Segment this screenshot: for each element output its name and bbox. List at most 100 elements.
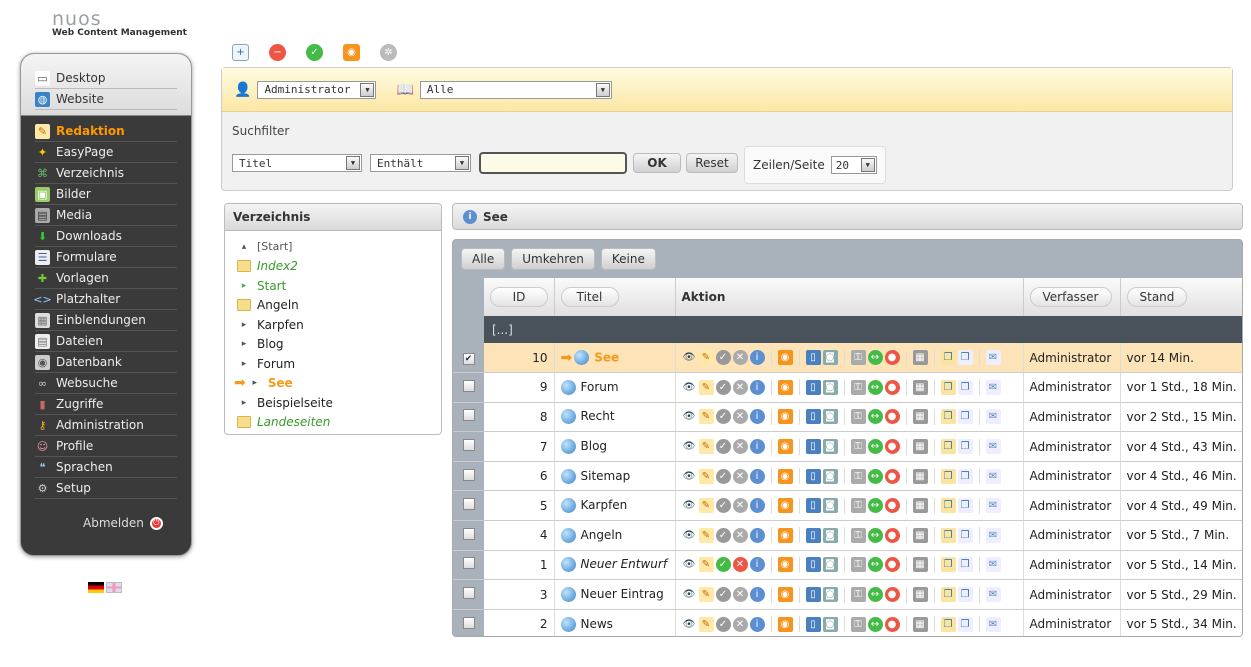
delete-icon[interactable]: ✕ bbox=[732, 379, 748, 395]
edit-icon[interactable]: ✎ bbox=[698, 350, 714, 366]
stop-icon[interactable]: ● bbox=[884, 409, 900, 425]
row-title[interactable]: Sitemap bbox=[581, 469, 631, 483]
row-checkbox-cell[interactable] bbox=[453, 402, 484, 433]
author-column-header[interactable]: Verfasser bbox=[1023, 278, 1121, 316]
info-icon[interactable]: i bbox=[749, 498, 765, 514]
grid-icon[interactable]: ▦ bbox=[912, 557, 928, 573]
tree-item-angeln[interactable]: Angeln bbox=[225, 296, 441, 316]
title-column-header[interactable]: Titel bbox=[554, 278, 676, 316]
row-title[interactable]: Blog bbox=[581, 439, 608, 453]
info-icon[interactable]: i bbox=[749, 587, 765, 603]
camera-icon[interactable]: ◙ bbox=[822, 557, 838, 573]
copy-icon[interactable]: ❐ bbox=[940, 409, 956, 425]
delete-icon[interactable]: ✕ bbox=[732, 616, 748, 632]
category-select[interactable]: Alle ▼ bbox=[419, 80, 612, 99]
row-checkbox-cell[interactable] bbox=[453, 520, 484, 551]
mail-icon[interactable]: ✉ bbox=[985, 439, 1001, 455]
mail-icon[interactable]: ✉ bbox=[985, 498, 1001, 514]
page-icon[interactable]: ▯ bbox=[805, 409, 821, 425]
german-flag-icon[interactable] bbox=[88, 582, 104, 593]
tree-item-forum[interactable]: ▸ Forum bbox=[225, 354, 441, 374]
copy-icon[interactable]: ❐ bbox=[940, 379, 956, 395]
publish-icon[interactable]: ✓ bbox=[715, 409, 731, 425]
camera-icon[interactable]: ◙ bbox=[822, 616, 838, 632]
edit-icon[interactable]: ✎ bbox=[698, 587, 714, 603]
row-title[interactable]: Karpfen bbox=[581, 498, 628, 512]
edit-icon[interactable]: ✎ bbox=[698, 616, 714, 632]
copy-icon[interactable]: ❐ bbox=[940, 498, 956, 514]
sidebar-item-websuche[interactable]: ∞ Websuche bbox=[35, 373, 177, 394]
camera-icon[interactable]: ◙ bbox=[822, 587, 838, 603]
parent-link[interactable]: [...] bbox=[484, 316, 1242, 343]
copy-icon[interactable]: ❐ bbox=[940, 557, 956, 573]
page-icon[interactable]: ▯ bbox=[805, 379, 821, 395]
table-row[interactable]: 7 Blog 👁 ✎ ✓ ✕ i ◉ ▯ ◙ ⚿ ↔ ● ▦ ❐ ❐ ✉ Administrator vor 4 S… bbox=[453, 431, 1242, 462]
stop-icon[interactable]: ● bbox=[884, 557, 900, 573]
lock-icon[interactable]: ⚿ bbox=[850, 468, 866, 484]
sidebar-item-verzeichnis[interactable]: ⌘ Verzeichnis bbox=[35, 163, 177, 184]
tree-item-index2[interactable]: Index2 bbox=[225, 257, 441, 277]
sidebar-item-administration[interactable]: ⚷ Administration bbox=[35, 415, 177, 436]
ok-button[interactable]: OK bbox=[633, 153, 681, 173]
sidebar-item-datenbank[interactable]: ◉ Datenbank bbox=[35, 352, 177, 373]
page-icon[interactable]: ▯ bbox=[805, 557, 821, 573]
rss-icon[interactable]: ◉ bbox=[777, 527, 793, 543]
user-select[interactable]: Administrator ▼ bbox=[257, 80, 377, 99]
mail-icon[interactable]: ✉ bbox=[985, 379, 1001, 395]
info-icon[interactable]: i bbox=[749, 527, 765, 543]
row-title-cell[interactable]: Karpfen bbox=[554, 490, 676, 522]
duplicate-icon[interactable]: ❐ bbox=[957, 379, 973, 395]
rss-icon[interactable]: ◉ bbox=[777, 350, 793, 366]
row-title-cell[interactable]: Angeln bbox=[554, 520, 676, 551]
lock-icon[interactable]: ⚿ bbox=[850, 557, 866, 573]
move-icon[interactable]: ↔ bbox=[867, 350, 883, 366]
table-row[interactable]: 8 Recht 👁 ✎ ✓ ✕ i ◉ ▯ ◙ ⚿ ↔ ● ▦ ❐ ❐ ✉ Administrator vor 2 … bbox=[453, 402, 1242, 433]
view-icon[interactable]: 👁 bbox=[682, 350, 697, 365]
operator-select[interactable]: Enthält ▼ bbox=[370, 154, 471, 172]
sidebar-item-downloads[interactable]: ⬇ Downloads bbox=[35, 226, 177, 247]
view-icon[interactable]: 👁 bbox=[682, 469, 697, 484]
stop-icon[interactable]: ● bbox=[884, 616, 900, 632]
stop-icon[interactable]: ● bbox=[884, 439, 900, 455]
duplicate-icon[interactable]: ❐ bbox=[957, 468, 973, 484]
delete-icon[interactable]: − bbox=[269, 44, 286, 61]
edit-icon[interactable]: ✎ bbox=[698, 468, 714, 484]
edit-icon[interactable]: ✎ bbox=[698, 527, 714, 543]
date-sort-button[interactable]: Stand bbox=[1126, 287, 1188, 307]
row-checkbox-cell[interactable] bbox=[453, 461, 484, 492]
table-row[interactable]: 4 Angeln 👁 ✎ ✓ ✕ i ◉ ▯ ◙ ⚿ ↔ ● ▦ ❐ ❐ ✉ Administrator vor 5… bbox=[453, 520, 1242, 551]
row-title[interactable]: Forum bbox=[581, 380, 619, 394]
row-checkbox[interactable]: ✔ bbox=[462, 353, 475, 366]
camera-icon[interactable]: ◙ bbox=[822, 350, 838, 366]
reset-button[interactable]: Reset bbox=[686, 153, 738, 173]
page-icon[interactable]: ▯ bbox=[805, 527, 821, 543]
view-icon[interactable]: 👁 bbox=[682, 498, 697, 513]
delete-icon[interactable]: ✕ bbox=[732, 439, 748, 455]
copy-icon[interactable]: ❐ bbox=[940, 587, 956, 603]
edit-icon[interactable]: ✎ bbox=[698, 379, 714, 395]
view-icon[interactable]: 👁 bbox=[682, 439, 697, 454]
parent-row[interactable]: [...] bbox=[453, 316, 1242, 343]
sidebar-item-bilder[interactable]: ▣ Bilder bbox=[35, 184, 177, 205]
rss-icon[interactable]: ◉ bbox=[777, 616, 793, 632]
row-title[interactable]: Neuer Eintrag bbox=[581, 587, 664, 601]
table-row[interactable]: 5 Karpfen 👁 ✎ ✓ ✕ i ◉ ▯ ◙ ⚿ ↔ ● ▦ ❐ ❐ ✉ Administrator vor … bbox=[453, 490, 1242, 522]
row-title-cell[interactable]: ➡ See bbox=[554, 343, 676, 374]
sidebar-item-media[interactable]: ▤ Media bbox=[35, 205, 177, 226]
publish-icon[interactable]: ✓ bbox=[715, 616, 731, 632]
row-checkbox[interactable] bbox=[462, 527, 475, 540]
row-checkbox-cell[interactable] bbox=[453, 609, 484, 636]
camera-icon[interactable]: ◙ bbox=[822, 409, 838, 425]
grid-icon[interactable]: ▦ bbox=[912, 527, 928, 543]
sidebar-item-easypage[interactable]: ✦ EasyPage bbox=[35, 142, 177, 163]
id-column-header[interactable]: ID bbox=[484, 278, 555, 316]
select-all-button[interactable]: Alle bbox=[461, 248, 506, 270]
row-checkbox[interactable] bbox=[462, 468, 475, 481]
lock-icon[interactable]: ⚿ bbox=[850, 409, 866, 425]
lock-icon[interactable]: ⚿ bbox=[850, 498, 866, 514]
publish-icon[interactable]: ✓ bbox=[715, 527, 731, 543]
edit-icon[interactable]: ✎ bbox=[698, 498, 714, 514]
row-title-cell[interactable]: Forum bbox=[554, 372, 676, 403]
info-icon[interactable]: i bbox=[749, 379, 765, 395]
sidebar-item-sprachen[interactable]: ❝ Sprachen bbox=[35, 457, 177, 478]
